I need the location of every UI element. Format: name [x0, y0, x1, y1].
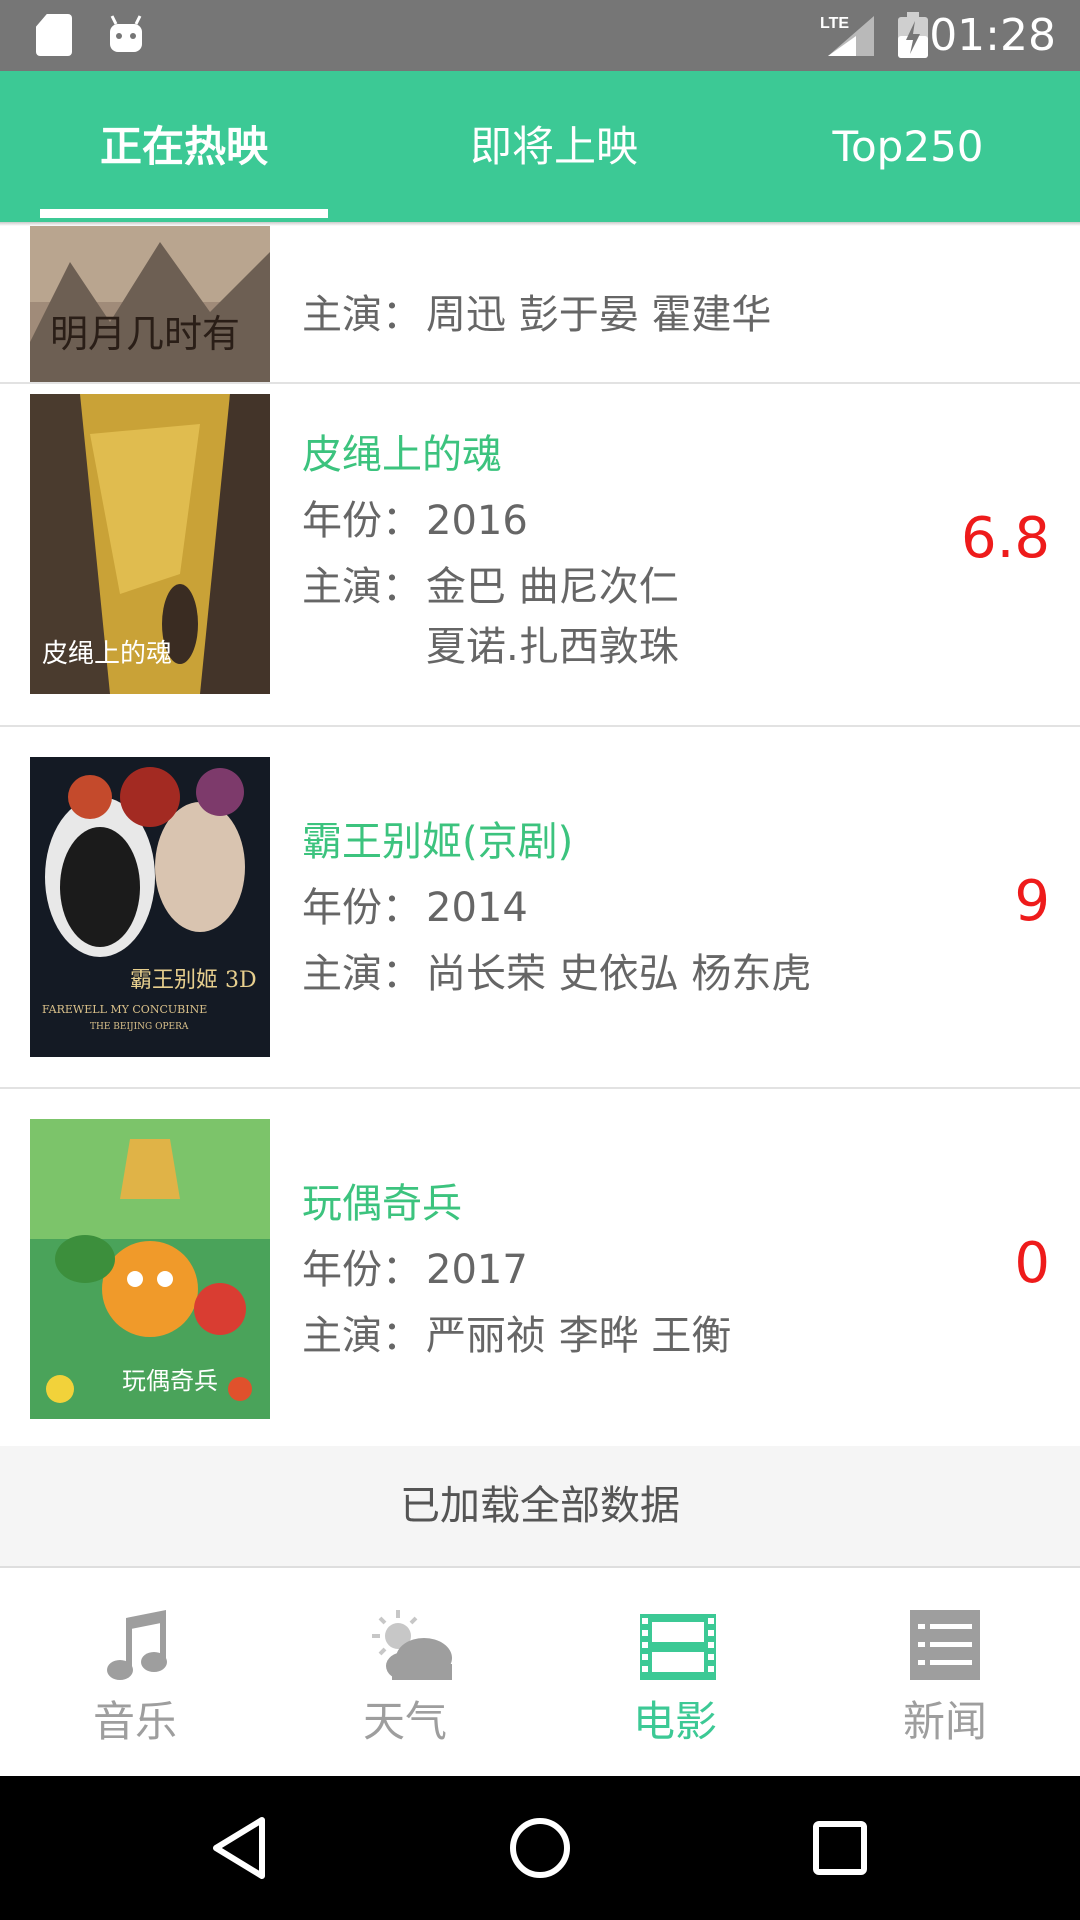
movie-year: 年份： 2016 — [302, 488, 528, 546]
movie-rating: 9 — [1014, 869, 1050, 934]
movie-row[interactable]: 明月几时有 主演： 周迅 彭于晏 霍建华 — [0, 222, 1080, 384]
nav-label: 电影 — [632, 1697, 717, 1746]
year-label: 年份： — [302, 885, 422, 931]
svg-text:霸王别姬 3D: 霸王别姬 3D — [130, 968, 257, 993]
top-tab-bar: 正在热映 即将上映 Top250 — [0, 71, 1080, 222]
nav-item-news[interactable]: 新闻 — [810, 1568, 1080, 1776]
weather-icon — [372, 1610, 452, 1680]
movie-rating: 6.8 — [960, 506, 1050, 571]
news-list-icon — [910, 1610, 980, 1680]
system-navigation-bar — [0, 1776, 1080, 1920]
cast-names: 夏诺.扎西敦珠 — [426, 624, 679, 670]
battery-icon — [898, 12, 928, 58]
nav-label: 天气 — [362, 1697, 447, 1746]
nav-label: 音乐 — [92, 1697, 177, 1746]
svg-text:玩偶奇兵: 玩偶奇兵 — [122, 1367, 218, 1395]
film-icon — [640, 1614, 716, 1680]
movie-poster: 玩偶奇兵 — [30, 1119, 270, 1419]
movie-title[interactable]: 玩偶奇兵 — [302, 1171, 462, 1229]
movie-poster: 霸王别姬 3D FAREWELL MY CONCUBINE THE BEIJIN… — [30, 757, 270, 1057]
status-bar: LTE 01:28 — [0, 0, 1080, 71]
cast-label: 主演： — [302, 292, 422, 338]
movie-cast: 主演： 金巴 曲尼次仁 — [302, 554, 679, 612]
nav-item-weather[interactable]: 天气 — [270, 1568, 540, 1776]
svg-text:LTE: LTE — [820, 15, 849, 32]
recents-icon[interactable] — [804, 1812, 876, 1884]
tab-now-showing[interactable]: 正在热映 — [40, 71, 328, 222]
nav-item-music[interactable]: 音乐 — [0, 1568, 270, 1776]
year-value: 2014 — [426, 885, 528, 931]
cast-label: 主演： — [302, 951, 422, 997]
svg-text:FAREWELL MY CONCUBINE: FAREWELL MY CONCUBINE — [42, 1003, 207, 1016]
cast-names: 严丽祯 李晔 王衡 — [426, 1313, 732, 1359]
svg-text:明月几时有: 明月几时有 — [50, 312, 240, 356]
tab-bar-shadow — [0, 222, 1080, 226]
music-note-icon — [107, 1610, 167, 1680]
movie-title[interactable]: 皮绳上的魂 — [302, 422, 502, 480]
year-label: 年份： — [302, 498, 422, 544]
lte-signal-icon: LTE — [820, 15, 874, 56]
cast-names: 周迅 彭于晏 霍建华 — [426, 292, 772, 338]
movie-rating: 0 — [1014, 1231, 1050, 1296]
year-value: 2016 — [426, 498, 528, 544]
movie-poster: 明月几时有 — [30, 222, 270, 382]
tab-indicator — [40, 209, 328, 218]
year-value: 2017 — [426, 1247, 528, 1293]
cast-label: 主演： — [302, 1313, 422, 1359]
svg-text:THE BEIJING OPERA: THE BEIJING OPERA — [90, 1022, 189, 1032]
movie-cast: 主演： 严丽祯 李晔 王衡 — [302, 1303, 731, 1361]
cast-label: 主演： — [302, 564, 422, 610]
home-icon[interactable] — [504, 1812, 576, 1884]
movie-list[interactable]: 明月几时有 主演： 周迅 彭于晏 霍建华 皮绳上的魂 皮绳上的魂 年份： 2016 … — [0, 222, 1080, 1568]
year-label: 年份： — [302, 1247, 422, 1293]
movie-row[interactable]: 皮绳上的魂 皮绳上的魂 年份： 2016 主演： 金巴 曲尼次仁 夏诺.扎西敦珠 6… — [0, 364, 1080, 727]
back-icon[interactable] — [204, 1812, 276, 1884]
status-time: 01:28 — [929, 10, 1056, 61]
tab-top250[interactable]: Top250 — [764, 71, 1052, 222]
load-complete-message: 已加载全部数据 — [0, 1446, 1080, 1568]
movie-title[interactable]: 霸王别姬(京剧) — [302, 809, 573, 867]
movie-cast: 主演： 周迅 彭于晏 霍建华 — [302, 282, 771, 340]
nav-label: 新闻 — [902, 1697, 987, 1746]
bottom-navigation: 音乐 天气 电影 新闻 — [0, 1568, 1080, 1776]
movie-poster: 皮绳上的魂 — [30, 394, 270, 694]
android-debug-icon — [110, 15, 142, 52]
svg-text:皮绳上的魂: 皮绳上的魂 — [42, 639, 172, 669]
movie-year: 年份： 2017 — [302, 1237, 528, 1295]
movie-year: 年份： 2014 — [302, 875, 528, 933]
movie-cast: 主演： 尚长荣 史依弘 杨东虎 — [302, 941, 811, 999]
tab-coming-soon[interactable]: 即将上映 — [410, 71, 698, 222]
sd-card-icon — [36, 14, 72, 56]
cast-names: 尚长荣 史依弘 杨东虎 — [426, 951, 812, 997]
nav-item-movie[interactable]: 电影 — [540, 1568, 810, 1776]
movie-row[interactable]: 霸王别姬 3D FAREWELL MY CONCUBINE THE BEIJIN… — [0, 727, 1080, 1089]
movie-row[interactable]: 玩偶奇兵 玩偶奇兵 年份： 2017 主演： 严丽祯 李晔 王衡 0 — [0, 1089, 1080, 1448]
movie-cast-continued: 夏诺.扎西敦珠 — [302, 614, 679, 672]
cast-names: 金巴 曲尼次仁 — [426, 564, 679, 610]
